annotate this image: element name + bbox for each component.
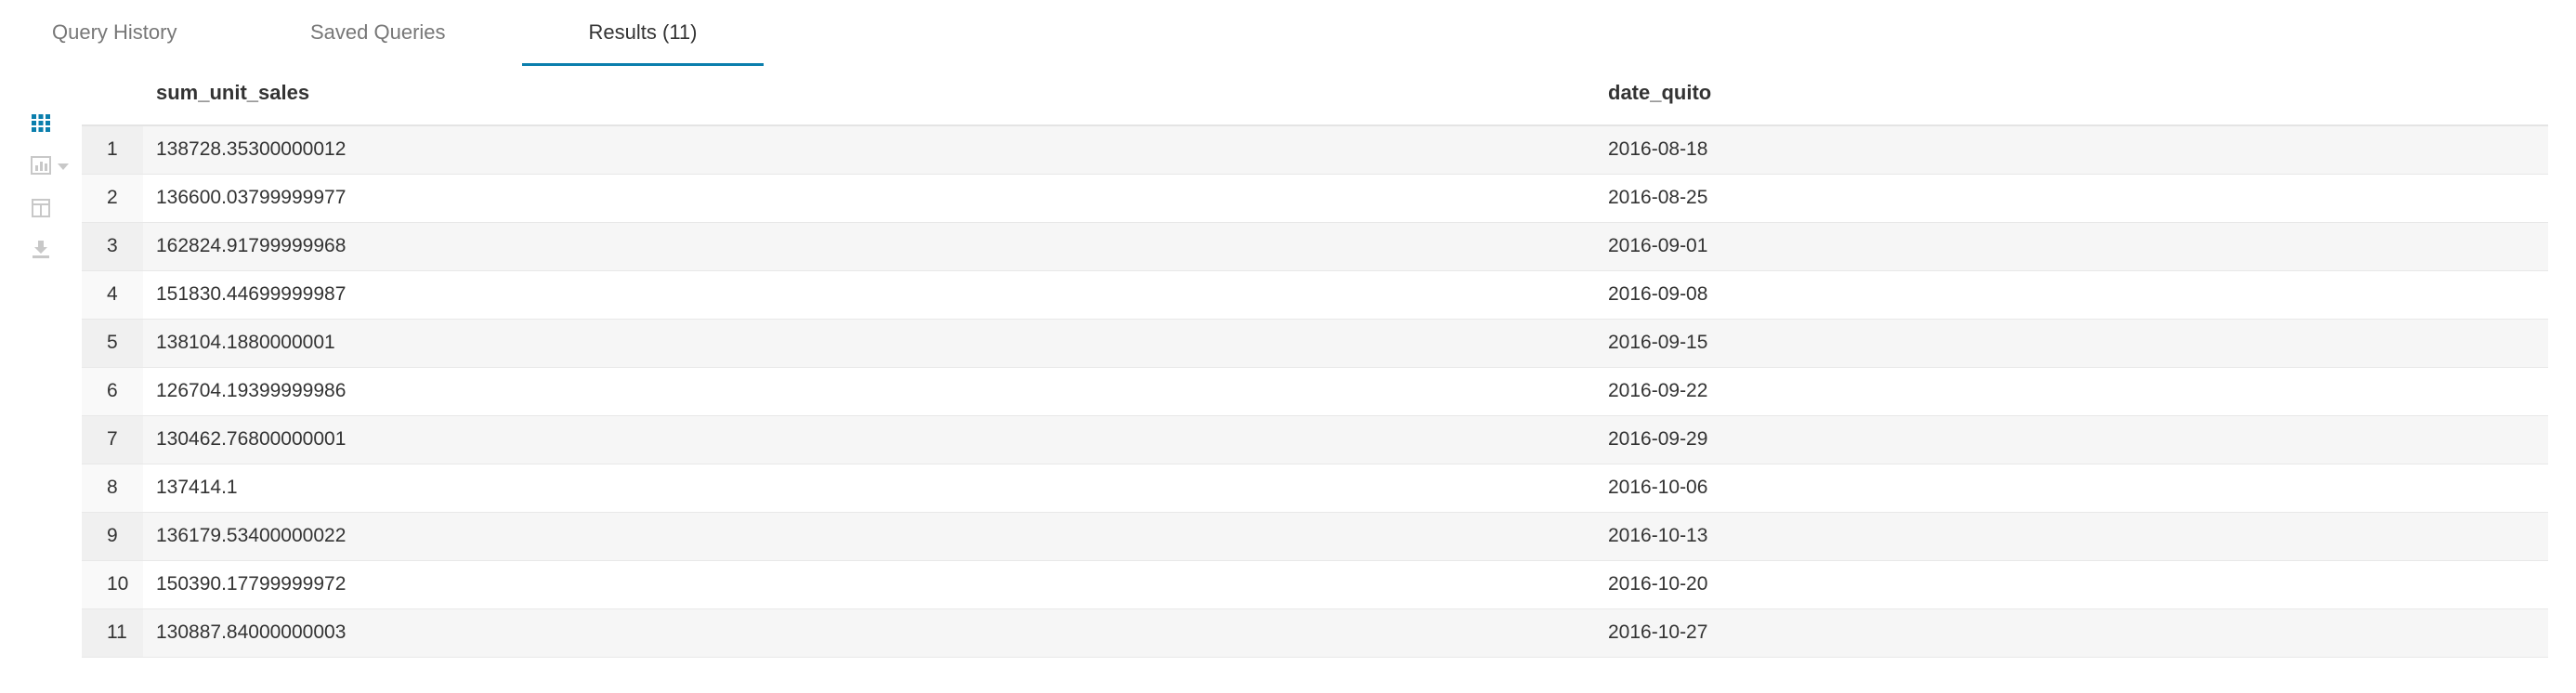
cell-sum-unit-sales[interactable]: 126704.19399999986 (156, 368, 346, 414)
cell-sum-unit-sales[interactable]: 137414.1 (156, 464, 238, 511)
cell-sum-unit-sales[interactable]: 151830.44699999987 (156, 271, 346, 318)
cell-sum-unit-sales[interactable]: 130887.84000000003 (156, 609, 346, 656)
cell-sum-unit-sales[interactable]: 130462.76800000001 (156, 416, 346, 463)
table-row[interactable]: 2 136600.03799999977 2016-08-25 (82, 175, 2548, 223)
row-number: 5 (107, 332, 118, 353)
row-number: 2 (107, 187, 118, 208)
cell-date-quito[interactable]: 2016-10-20 (1608, 561, 1707, 608)
table-row[interactable]: 1 138728.35300000012 2016-08-18 (82, 126, 2548, 175)
table-row[interactable]: 3 162824.91799999968 2016-09-01 (82, 223, 2548, 271)
table-row[interactable]: 11 130887.84000000003 2016-10-27 (82, 609, 2548, 658)
cell-date-quito[interactable]: 2016-10-06 (1608, 464, 1707, 511)
columns-icon[interactable] (30, 197, 52, 219)
column-header-sum-unit-sales[interactable]: sum_unit_sales (156, 67, 309, 119)
chart-icon[interactable] (30, 154, 52, 177)
results-tab-bar: Query History Saved Queries Results (11) (0, 0, 2576, 66)
table-header: sum_unit_sales date_quito (82, 67, 2548, 126)
table-row[interactable]: 8 137414.1 2016-10-06 (82, 464, 2548, 513)
cell-sum-unit-sales[interactable]: 138104.1880000001 (156, 320, 335, 366)
cell-date-quito[interactable]: 2016-10-27 (1608, 609, 1707, 656)
cell-sum-unit-sales[interactable]: 138728.35300000012 (156, 126, 346, 173)
cell-date-quito[interactable]: 2016-10-13 (1608, 513, 1707, 559)
cell-date-quito[interactable]: 2016-09-08 (1608, 271, 1707, 318)
download-icon[interactable] (30, 238, 52, 260)
chevron-down-icon[interactable] (56, 161, 71, 172)
row-number: 4 (107, 283, 118, 305)
row-number: 9 (107, 525, 118, 546)
column-header-date-quito[interactable]: date_quito (1608, 67, 1711, 119)
cell-sum-unit-sales[interactable]: 162824.91799999968 (156, 223, 346, 269)
table-row[interactable]: 4 151830.44699999987 2016-09-08 (82, 271, 2548, 320)
table-row[interactable]: 6 126704.19399999986 2016-09-22 (82, 368, 2548, 416)
cell-date-quito[interactable]: 2016-09-29 (1608, 416, 1707, 463)
cell-sum-unit-sales[interactable]: 150390.17799999972 (156, 561, 346, 608)
table-row[interactable]: 10 150390.17799999972 2016-10-20 (82, 561, 2548, 609)
table-row[interactable]: 9 136179.53400000022 2016-10-13 (82, 513, 2548, 561)
grid-icon[interactable] (30, 111, 52, 134)
cell-date-quito[interactable]: 2016-08-25 (1608, 175, 1707, 221)
row-number: 11 (107, 621, 127, 643)
row-number: 1 (107, 138, 118, 160)
tab-query-history[interactable]: Query History (52, 0, 177, 63)
table-row[interactable]: 5 138104.1880000001 2016-09-15 (82, 320, 2548, 368)
cell-date-quito[interactable]: 2016-09-15 (1608, 320, 1707, 366)
tab-results[interactable]: Results (11) (522, 0, 764, 66)
cell-sum-unit-sales[interactable]: 136600.03799999977 (156, 175, 346, 221)
tab-saved-queries[interactable]: Saved Queries (310, 0, 446, 63)
cell-date-quito[interactable]: 2016-09-22 (1608, 368, 1707, 414)
results-table: sum_unit_sales date_quito 1 138728.353000… (82, 67, 2548, 658)
row-number: 3 (107, 235, 118, 256)
table-row[interactable]: 7 130462.76800000001 2016-09-29 (82, 416, 2548, 464)
table-body: 1 138728.35300000012 2016-08-18 2 136600.037… (82, 126, 2548, 658)
row-number: 6 (107, 380, 118, 401)
cell-date-quito[interactable]: 2016-08-18 (1608, 126, 1707, 173)
cell-sum-unit-sales[interactable]: 136179.53400000022 (156, 513, 346, 559)
row-number: 7 (107, 428, 118, 450)
row-number: 10 (107, 573, 129, 595)
cell-date-quito[interactable]: 2016-09-01 (1608, 223, 1707, 269)
row-number: 8 (107, 477, 118, 498)
